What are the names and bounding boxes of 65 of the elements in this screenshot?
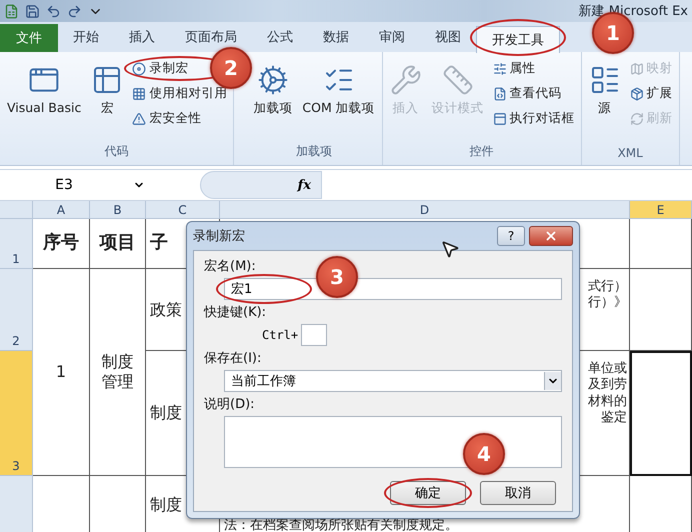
package-icon	[630, 86, 644, 100]
ribbon-tab[interactable]: 页面布局	[170, 28, 252, 46]
map-icon	[630, 62, 644, 76]
ribbon-tab[interactable]: 开始	[58, 28, 114, 46]
group-label: 加载项	[296, 143, 332, 160]
row-header[interactable]: 2	[0, 269, 33, 351]
group-label: 控件	[470, 143, 494, 160]
selected-cell[interactable]	[630, 351, 692, 476]
close-icon	[544, 229, 558, 243]
mouse-cursor-icon	[440, 239, 460, 259]
panel-icon	[492, 112, 507, 126]
ribbon-button[interactable]: 执行对话框	[490, 109, 577, 128]
help-button[interactable]: ?	[497, 226, 525, 246]
ruler-icon	[442, 64, 474, 96]
table-cell: 制度 管理	[90, 269, 146, 476]
close-button[interactable]	[529, 226, 573, 246]
save-icon[interactable]	[25, 4, 40, 18]
table-cell: 项目	[90, 219, 146, 269]
file-tab[interactable]: 文件	[0, 24, 58, 52]
group-label: XML	[618, 145, 643, 162]
save-location-dropdown[interactable]: 当前工作簿	[224, 370, 562, 392]
dialog-button[interactable]: 取消	[480, 481, 556, 505]
undo-icon[interactable]	[46, 4, 61, 18]
ribbon-button[interactable]: 扩展	[628, 84, 675, 103]
gear-icon	[256, 64, 289, 96]
ribbon-button[interactable]: 属性	[490, 59, 538, 78]
function-label[interactable]: fx	[298, 178, 311, 192]
ribbon-button[interactable]: 查看代码	[490, 84, 564, 103]
warning-icon	[132, 112, 146, 126]
group-label: 代码	[104, 143, 129, 160]
name-box[interactable]: E3	[55, 177, 73, 193]
table-cell: 序号	[33, 219, 90, 269]
ribbon-button[interactable]: 加载项	[250, 56, 296, 119]
description-field[interactable]	[224, 416, 562, 468]
refresh-icon	[630, 112, 644, 126]
column-header[interactable]: B	[90, 201, 146, 219]
redo-icon[interactable]	[67, 4, 82, 18]
ribbon-tab[interactable]: 审阅	[364, 28, 420, 46]
column-header[interactable]: A	[33, 201, 90, 219]
ribbon-button[interactable]: 源	[586, 56, 624, 119]
disc-icon	[132, 62, 146, 76]
ribbon-button[interactable]: 录制宏	[130, 59, 190, 78]
row-header[interactable]: 1	[0, 219, 33, 269]
ribbon-tab[interactable]: 开发工具	[476, 26, 560, 52]
code-file-icon	[492, 86, 507, 100]
ribbon-tab[interactable]: 公式	[252, 28, 308, 46]
ribbon-button[interactable]: 宏	[88, 56, 126, 119]
ribbon-tab[interactable]: 数据	[308, 28, 364, 46]
row-header[interactable]: 3	[0, 351, 33, 476]
table-cell: 1	[33, 269, 90, 476]
ribbon-tab[interactable]: 插入	[114, 28, 170, 46]
column-header[interactable]: D	[220, 201, 630, 219]
sliders-icon	[492, 62, 507, 76]
shortcut-prefix: Ctrl+	[262, 328, 298, 342]
shortcut-key-field[interactable]	[301, 324, 328, 346]
spreadsheet-icon[interactable]	[4, 4, 19, 18]
column-header[interactable]: C	[146, 201, 220, 219]
grid-icon	[132, 86, 146, 100]
ribbon-button[interactable]: 宏安全性	[130, 109, 204, 128]
column-header[interactable]: E	[630, 201, 692, 219]
dialog-button[interactable]: 确定	[390, 481, 466, 505]
ribbon-button[interactable]: COM 加载项	[299, 56, 378, 119]
ribbon-tab[interactable]: 视图	[420, 28, 476, 46]
wrench-icon	[390, 64, 422, 96]
ribbon-button[interactable]: Visual Basic	[4, 56, 84, 117]
